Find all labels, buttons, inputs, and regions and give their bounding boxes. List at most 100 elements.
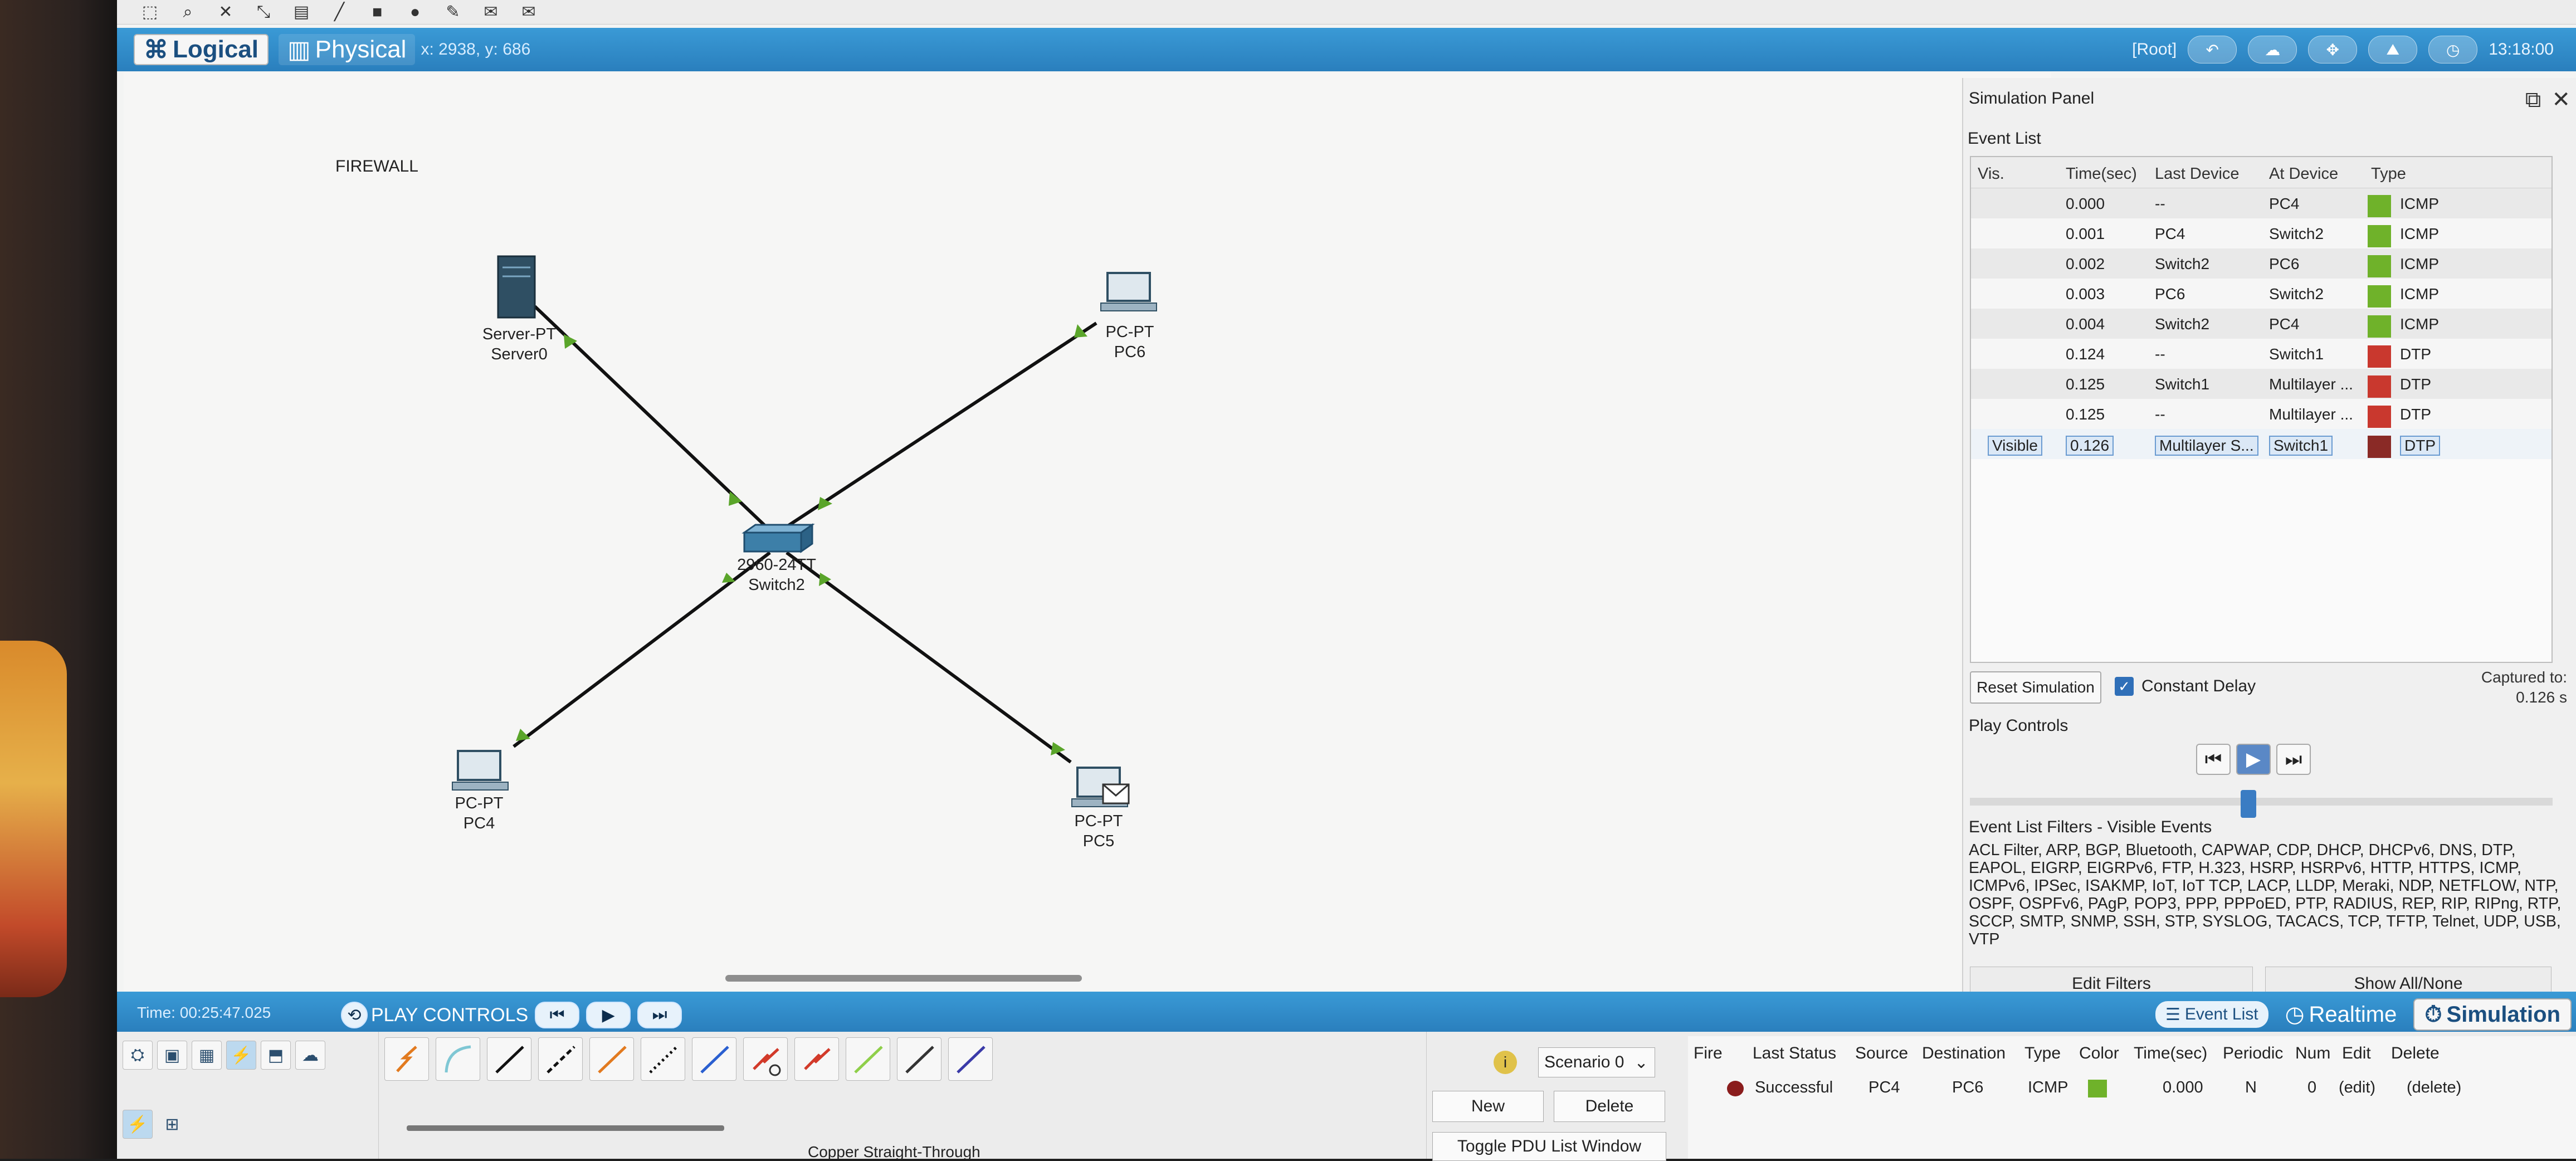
node-label-pc6[interactable]: PC-PT PC6 [1080, 322, 1180, 362]
play-icon[interactable]: ▶ [2236, 744, 2271, 775]
play-speed-slider-thumb[interactable] [2241, 790, 2256, 818]
event-type: ICMP [2400, 195, 2439, 212]
time-bar: Time: 00:25:47.025 ⟲ PLAY CONTROLS ⏮ ▶ ⏭… [117, 992, 2576, 1032]
event-row[interactable]: 0.125 -- Multilayer ... DTP [1971, 399, 2551, 429]
new-scenario-button[interactable]: New [1432, 1091, 1544, 1122]
header-type[interactable]: Type [2371, 165, 2406, 183]
connections-selected-icon[interactable]: ⚡ [123, 1110, 153, 1139]
device-type: Server-PT [482, 325, 557, 343]
firewall-note[interactable]: FIREWALL [335, 157, 418, 176]
grid-icon[interactable]: ⊞ [157, 1110, 187, 1139]
octal-cable-icon[interactable] [846, 1037, 890, 1081]
components-icon[interactable]: ▦ [192, 1041, 222, 1070]
event-type: DTP [2400, 345, 2431, 363]
delete-scenario-button[interactable]: Delete [1554, 1091, 1665, 1122]
power-cycle-icon[interactable]: ⟲ [341, 1002, 368, 1028]
connections-scrollbar[interactable] [407, 1125, 724, 1131]
note-icon[interactable]: ▤ [291, 3, 312, 21]
auto-connection-icon[interactable] [384, 1037, 429, 1081]
back-icon[interactable]: ↶ [2188, 36, 2237, 64]
multiuser-icon[interactable]: ☁ [295, 1041, 325, 1070]
rectangle-icon[interactable]: ■ [367, 3, 388, 21]
connections-icon[interactable]: ⚡ [226, 1041, 256, 1070]
event-row[interactable]: 0.004 Switch2 PC4 ICMP [1971, 309, 2551, 339]
end-devices-icon[interactable]: ▣ [157, 1041, 187, 1070]
realtime-mode-button[interactable]: ◷ Realtime [2275, 1001, 2407, 1028]
mode-switcher: ☰ Event List ◷ Realtime ⏱ Simulation [2155, 998, 2572, 1031]
simulation-mode-button[interactable]: ⏱ Simulation [2413, 998, 2572, 1031]
zoom-icon[interactable]: ⌕ [177, 3, 198, 21]
header-time[interactable]: Time(sec) [2066, 165, 2137, 183]
serial-dce-cable-icon[interactable] [743, 1037, 788, 1081]
undock-icon[interactable]: ⧉ [2525, 87, 2541, 112]
physical-view-button[interactable]: ▥ Physical [279, 34, 416, 65]
logical-icon: ⌘ [144, 36, 168, 64]
scenario-select[interactable]: Scenario 0 ⌄ [1538, 1047, 1655, 1077]
node-label-server0[interactable]: Server-PT Server0 [469, 324, 569, 364]
event-row[interactable]: Visible 0.126 Multilayer S... Switch1 DTP [1971, 429, 2551, 459]
event-row[interactable]: 0.001 PC4 Switch2 ICMP [1971, 218, 2551, 248]
header-last-device[interactable]: Last Device [2155, 165, 2240, 183]
pdu-source: PC4 [1868, 1079, 1900, 1096]
device-type: PC-PT [455, 794, 504, 812]
event-row[interactable]: 0.124 -- Switch1 DTP [1971, 339, 2551, 369]
event-last-device: Switch2 [2155, 255, 2210, 272]
step-forward-icon[interactable]: ⏭ [2276, 744, 2311, 775]
step-back-icon[interactable]: ⏮ [2196, 744, 2231, 775]
pdu-header-time: Time(sec) [2134, 1044, 2208, 1062]
header-vis[interactable]: Vis. [1978, 165, 2004, 183]
step-back-icon[interactable]: ⏮ [535, 1002, 580, 1028]
move-object-icon[interactable]: ✥ [2308, 36, 2358, 64]
iot-custom-cable-icon[interactable] [897, 1037, 941, 1081]
pc-icon [452, 750, 509, 791]
simple-pdu-icon[interactable]: ✉ [480, 3, 501, 21]
node-label-pc5[interactable]: PC-PT PC5 [1048, 811, 1149, 851]
logical-workspace[interactable]: FIREWALL Server-PT Server0 PC-PT PC6 296… [124, 72, 2051, 992]
coaxial-cable-icon[interactable] [692, 1037, 736, 1081]
phone-cable-icon[interactable] [641, 1037, 685, 1081]
freeform-icon[interactable]: ✎ [442, 3, 464, 21]
close-icon[interactable]: ✕ [2551, 87, 2570, 112]
misc-icon[interactable]: ⬒ [261, 1041, 291, 1070]
play-icon[interactable]: ▶ [586, 1002, 631, 1028]
ellipse-icon[interactable]: ● [404, 3, 426, 21]
pdu-last-status: Successful [1755, 1079, 1833, 1096]
event-color-swatch [2368, 195, 2391, 217]
event-row[interactable]: 0.003 PC6 Switch2 ICMP [1971, 279, 2551, 309]
event-list-button[interactable]: ☰ Event List [2155, 1001, 2268, 1028]
step-forward-icon[interactable]: ⏭ [637, 1002, 682, 1028]
reset-simulation-button[interactable]: Reset Simulation [1970, 671, 2101, 704]
serial-dte-cable-icon[interactable] [794, 1037, 839, 1081]
console-cable-icon[interactable] [436, 1037, 480, 1081]
pdu-edit-link[interactable]: (edit) [2339, 1079, 2375, 1097]
select-icon[interactable]: ⬚ [139, 3, 160, 21]
logical-view-button[interactable]: ⌘ Logical [134, 34, 269, 65]
event-row[interactable]: 0.000 -- PC4 ICMP [1971, 188, 2551, 218]
event-row[interactable]: 0.125 Switch1 Multilayer ... DTP [1971, 369, 2551, 399]
usb-cable-icon[interactable] [948, 1037, 993, 1081]
event-row[interactable]: 0.002 Switch2 PC6 ICMP [1971, 248, 2551, 279]
node-label-switch2[interactable]: 2960-24TT Switch2 [715, 555, 838, 595]
constant-delay-checkbox[interactable]: ✓ Constant Delay [2115, 677, 2256, 696]
header-at-device[interactable]: At Device [2269, 165, 2338, 183]
play-speed-slider-track[interactable] [1970, 798, 2553, 806]
resize-icon[interactable]: ⤡ [253, 3, 274, 21]
complex-pdu-icon[interactable]: ✉ [518, 3, 539, 21]
network-devices-icon[interactable]: ⛭ [123, 1041, 153, 1070]
delete-icon[interactable]: ✕ [215, 3, 236, 21]
fire-indicator-icon[interactable] [1727, 1081, 1744, 1096]
straight-through-cable-icon[interactable] [487, 1037, 531, 1081]
toggle-pdu-list-button[interactable]: Toggle PDU List Window [1432, 1132, 1666, 1161]
cluster-icon[interactable]: ☁ [2248, 36, 2297, 64]
info-icon[interactable]: i [1494, 1051, 1517, 1074]
event-time: 0.000 [2066, 195, 2105, 212]
pdu-delete-link[interactable]: (delete) [2407, 1079, 2461, 1097]
fiber-cable-icon[interactable] [589, 1037, 634, 1081]
checkbox-checked-icon[interactable]: ✓ [2115, 677, 2134, 696]
workspace-horizontal-scrollbar[interactable] [725, 975, 1082, 982]
root-label[interactable]: [Root] [2132, 40, 2177, 59]
draw-line-icon[interactable]: ╱ [329, 3, 350, 21]
crossover-cable-icon[interactable] [538, 1037, 583, 1081]
node-label-pc4[interactable]: PC-PT PC4 [429, 793, 529, 833]
background-image-icon[interactable]: ⛰ [2368, 36, 2418, 64]
